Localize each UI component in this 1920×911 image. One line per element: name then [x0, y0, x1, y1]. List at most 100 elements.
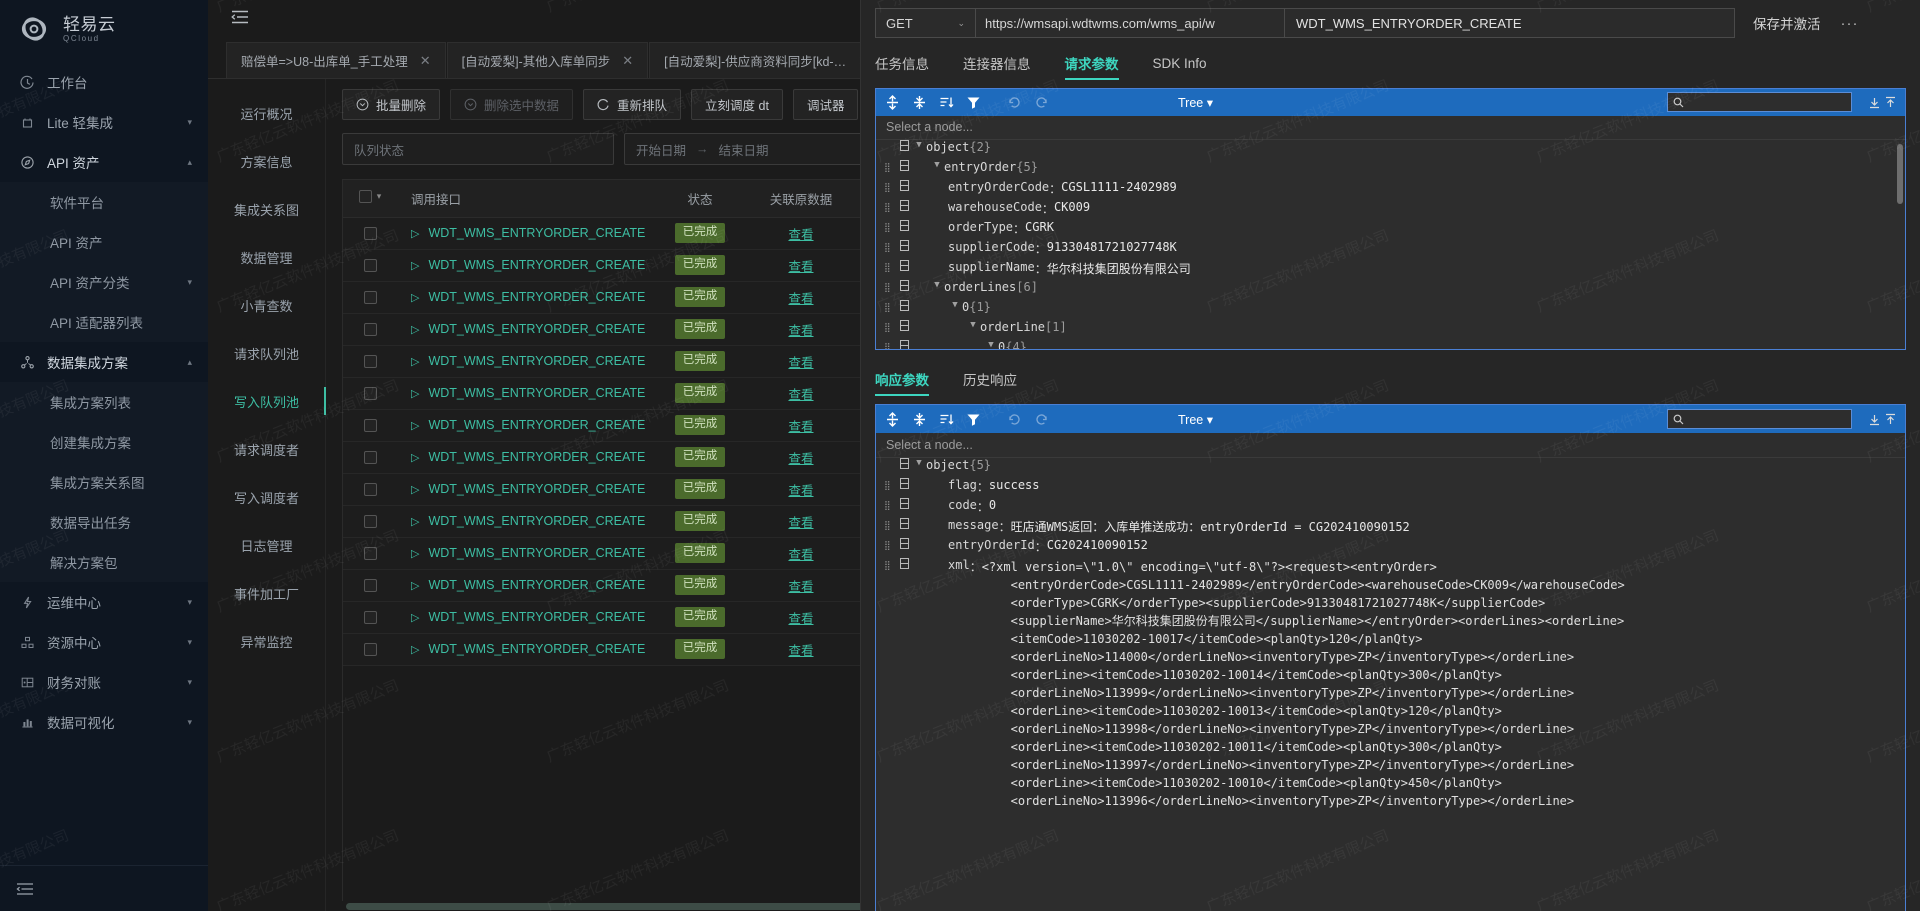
view-source-link[interactable]: 查看 — [788, 548, 813, 562]
scrollbar-thumb[interactable] — [346, 903, 891, 910]
vmenu-item-request-queue[interactable]: 请求队列池 — [208, 333, 325, 373]
drag-handle-icon[interactable]: ⣿ — [884, 518, 896, 534]
vmenu-item-request-scheduler[interactable]: 请求调度者 — [208, 429, 325, 469]
json-tree-row[interactable]: ⣿ supplierName：华尔科技集团股份有限公司 — [876, 259, 1905, 280]
row-checkbox-cell[interactable] — [343, 601, 397, 634]
row-checkbox-cell[interactable] — [343, 345, 397, 378]
view-source-link[interactable]: 查看 — [788, 292, 813, 306]
sidebar-collapse-button[interactable] — [0, 865, 208, 911]
row-checkbox[interactable] — [363, 323, 377, 337]
view-source-link[interactable]: 查看 — [788, 388, 813, 402]
expand-triangle-icon[interactable]: ▼ — [948, 300, 962, 310]
row-checkbox-cell[interactable] — [343, 313, 397, 346]
view-source-link[interactable]: 查看 — [788, 580, 813, 594]
row-checkbox-cell[interactable] — [343, 569, 397, 602]
row-checkbox[interactable] — [363, 547, 377, 561]
search-prev-icon[interactable] — [1868, 413, 1881, 426]
json-tree-row[interactable]: ⣿ ▼ orderLines [6] — [876, 279, 1905, 300]
expand-all-icon[interactable] — [884, 411, 901, 428]
json-value[interactable]: 91330481721027748K — [1047, 240, 1177, 254]
view-source-link[interactable]: 查看 — [788, 612, 813, 626]
drag-handle-icon[interactable]: ⣿ — [884, 160, 896, 176]
row-checkbox[interactable] — [363, 611, 377, 625]
tab-item[interactable]: [自动爱梨]-供应商资料同步[kd->jst]-V1.0 ✕ — [649, 42, 885, 78]
undo-icon[interactable] — [1006, 411, 1023, 428]
row-checkbox[interactable] — [363, 451, 377, 465]
search-next-icon[interactable] — [1884, 96, 1897, 109]
api-name-label[interactable]: WDT_WMS_ENTRYORDER_CREATE — [428, 226, 645, 240]
vmenu-item-exception-monitor[interactable]: 异常监控 — [208, 621, 325, 661]
editor-search-input[interactable] — [1667, 92, 1852, 113]
play-icon[interactable]: ▷ — [411, 419, 419, 432]
row-checkbox-cell[interactable] — [343, 249, 397, 282]
row-checkbox[interactable] — [363, 387, 377, 401]
row-checkbox[interactable] — [363, 227, 377, 241]
editor-mode-select[interactable]: Tree ▾ — [1178, 95, 1213, 110]
api-name-label[interactable]: WDT_WMS_ENTRYORDER_CREATE — [428, 482, 645, 496]
api-url-input[interactable]: https://wmsapi.wdtwms.com/wms_api/w — [975, 8, 1285, 38]
play-icon[interactable]: ▷ — [411, 387, 419, 400]
vmenu-item-write-queue[interactable]: 写入队列池 — [208, 381, 326, 421]
search-prev-icon[interactable] — [1868, 96, 1881, 109]
sidebar-item-solution-list[interactable]: 集成方案列表 — [0, 382, 208, 422]
view-source-link[interactable]: 查看 — [788, 452, 813, 466]
vmenu-item-solution-info[interactable]: 方案信息 — [208, 141, 325, 181]
editor-vertical-scrollbar[interactable] — [1897, 143, 1903, 204]
drag-handle-icon[interactable]: ⣿ — [884, 538, 896, 554]
play-icon[interactable]: ▷ — [411, 643, 419, 656]
row-checkbox-cell[interactable] — [343, 409, 397, 442]
row-checkbox-cell[interactable] — [343, 217, 397, 250]
row-checkbox[interactable] — [363, 483, 377, 497]
api-name-label[interactable]: WDT_WMS_ENTRYORDER_CREATE — [428, 514, 645, 528]
row-checkbox[interactable] — [363, 515, 377, 529]
api-name-label[interactable]: WDT_WMS_ENTRYORDER_CREATE — [428, 578, 645, 592]
json-tree-row[interactable]: ⣿ supplierCode： 91330481721027748K — [876, 239, 1905, 260]
view-source-link[interactable]: 查看 — [788, 516, 813, 530]
select-all-checkbox[interactable] — [358, 190, 372, 204]
row-checkbox[interactable] — [363, 259, 377, 273]
tab-response-params[interactable]: 响应参数 — [875, 362, 929, 396]
search-next-icon[interactable] — [1884, 413, 1897, 426]
json-value[interactable]: 华尔科技集团股份有限公司 — [1047, 260, 1191, 277]
drag-handle-icon[interactable]: ⣿ — [884, 478, 896, 494]
api-name-label[interactable]: WDT_WMS_ENTRYORDER_CREATE — [428, 418, 645, 432]
drag-handle-icon[interactable]: ⣿ — [884, 240, 896, 256]
response-json-tree[interactable]: ▼ object {5} ⣿ flag： success ⣿ code： 0 ⣿ message：… — [876, 458, 1905, 911]
close-icon[interactable]: ✕ — [420, 53, 431, 69]
drag-handle-icon[interactable]: ⣿ — [884, 558, 896, 574]
json-tree-row[interactable]: ⣿ code： 0 — [876, 498, 1905, 518]
json-value[interactable]: 0 — [989, 498, 996, 512]
view-source-link[interactable]: 查看 — [788, 644, 813, 658]
request-json-tree[interactable]: ▼ object {2} ⣿ ▼ entryOrder {5} ⣿ entryOrderCo… — [876, 139, 1905, 349]
expand-triangle-icon[interactable]: ▼ — [930, 160, 944, 170]
vmenu-item-data-management[interactable]: 数据管理 — [208, 237, 325, 277]
sidebar-item-resource-center[interactable]: 资源中心 ▾ — [0, 622, 208, 662]
sidebar-item-lite[interactable]: Lite 轻集成 ▾ — [0, 102, 208, 142]
vmenu-item-relation-graph[interactable]: 集成关系图 — [208, 189, 325, 229]
play-icon[interactable]: ▷ — [411, 579, 419, 592]
row-checkbox[interactable] — [363, 643, 377, 657]
more-options-button[interactable]: ··· — [1841, 15, 1859, 32]
api-name-label[interactable]: WDT_WMS_ENTRYORDER_CREATE — [428, 610, 645, 624]
sidebar-item-export-task[interactable]: 数据导出任务 — [0, 502, 208, 542]
drag-handle-icon[interactable]: ⣿ — [884, 498, 896, 514]
editor-search-input[interactable] — [1667, 409, 1852, 429]
json-value[interactable]: success — [989, 478, 1040, 492]
chevron-down-icon[interactable]: ▾ — [377, 191, 382, 202]
tab-request-params[interactable]: 请求参数 — [1064, 46, 1119, 80]
queue-status-select[interactable]: 队列状态 — [342, 133, 614, 165]
view-source-link[interactable]: 查看 — [788, 324, 813, 338]
row-checkbox[interactable] — [363, 355, 377, 369]
tab-response-history[interactable]: 历史响应 — [963, 362, 1017, 396]
expand-triangle-icon[interactable]: ▼ — [930, 280, 944, 290]
sidebar-item-data-integration[interactable]: 数据集成方案 ▴ — [0, 342, 208, 382]
api-name-label[interactable]: WDT_WMS_ENTRYORDER_CREATE — [428, 450, 645, 464]
api-name-label[interactable]: WDT_WMS_ENTRYORDER_CREATE — [428, 642, 645, 656]
vmenu-item-query[interactable]: 小青查数 — [208, 285, 325, 325]
sidebar-item-ops-center[interactable]: 运维中心 ▾ — [0, 582, 208, 622]
json-tree-row[interactable]: ⣿ ▼ entryOrder {5} — [876, 159, 1905, 180]
play-icon[interactable]: ▷ — [411, 323, 419, 336]
expand-triangle-icon[interactable]: ▼ — [966, 320, 980, 330]
drag-handle-icon[interactable]: ⣿ — [884, 320, 896, 336]
json-value[interactable]: CK009 — [1054, 200, 1090, 214]
